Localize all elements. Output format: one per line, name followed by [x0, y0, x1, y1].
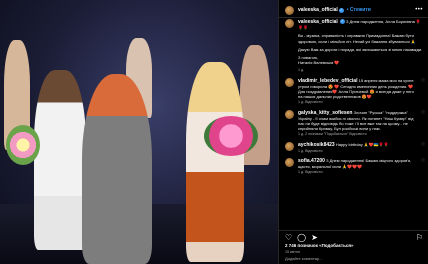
post-caption: valeeska_official ✓ З Днем народження, А… [285, 19, 425, 74]
like-heart-icon[interactable]: ♡ [285, 233, 292, 242]
comment-username[interactable]: sofia.47200 [298, 158, 325, 164]
commenter-avatar[interactable] [285, 158, 294, 168]
comment-username[interactable]: galyska_kitty_sofiesen [298, 110, 352, 116]
caption-line: Дякую Вам за дороги і поради, які залиша… [298, 46, 423, 52]
post-actions: ♡ ◯ ➤ ⚐ [285, 232, 423, 242]
comment-meta[interactable]: 1 д. Відповісти [298, 170, 419, 175]
follow-button[interactable]: • Стежити [347, 7, 371, 13]
caption-line: Наталія Валевська ❤️ [298, 60, 340, 66]
likes-count[interactable]: 2 746 позначок «Подобається» [285, 243, 354, 248]
verified-badge-icon: ✓ [338, 7, 344, 13]
commenter-avatar[interactable] [285, 109, 294, 119]
footer-divider [279, 230, 428, 231]
more-options-icon[interactable]: ••• [415, 7, 423, 13]
comment-meta[interactable]: 1 д. 2 позначки "Подобається" Відповісти [298, 132, 419, 137]
comment-text: Happy birthday 🙏❤️🇺🇦🌹🌹 [335, 141, 389, 147]
comment-meta[interactable]: 1 д. Відповісти [298, 100, 419, 105]
comment-username[interactable]: aychikosik8423 [298, 142, 335, 148]
post-date: 15 квітня [285, 250, 300, 254]
post-modal: valeeska_official ✓ • Стежити ••• valees… [0, 0, 428, 264]
man-in-white-shirt [34, 70, 86, 250]
caption-time: 1 д. [298, 68, 305, 73]
comment-username[interactable]: vladimir_lebedev_official [298, 78, 357, 84]
post-side-panel: valeeska_official ✓ • Стежити ••• valees… [278, 0, 428, 264]
comment-bubble-icon[interactable]: ◯ [297, 233, 306, 242]
save-bookmark-icon[interactable]: ⚐ [416, 233, 423, 242]
post-photo[interactable] [0, 0, 278, 264]
verified-badge-icon: ✓ [339, 19, 345, 25]
like-comment-heart-icon[interactable]: ♡ [421, 110, 425, 115]
author-avatar[interactable] [285, 5, 294, 15]
commenter-avatar[interactable] [285, 141, 294, 151]
comment-item: vladimir_lebedev_official 15 апреля мама… [285, 77, 425, 106]
caption-line: Ви - музика, справжність і справжня Прим… [298, 33, 416, 44]
like-comment-heart-icon[interactable]: ♡ [421, 158, 425, 163]
woman-in-grey-dress [82, 74, 152, 264]
author-username[interactable]: valeeska_official [298, 7, 338, 13]
caption-username[interactable]: valeeska_official [298, 19, 338, 25]
caption-avatar[interactable] [285, 19, 294, 28]
comment-item: aychikosik8423 Happy birthday 🙏❤️🇺🇦🌹🌹 1 … [285, 141, 425, 154]
flower-bouquet-pink [204, 116, 258, 156]
post-header: valeeska_official ✓ • Стежити ••• [285, 4, 423, 16]
share-paper-plane-icon[interactable]: ➤ [311, 233, 318, 242]
add-comment-input[interactable]: Додайте коментар... [285, 256, 323, 261]
like-comment-heart-icon[interactable]: ♡ [421, 142, 425, 147]
comments-list[interactable]: valeeska_official ✓ З Днем народження, А… [285, 19, 425, 229]
blonde-woman-in-dress [186, 62, 244, 262]
comment-meta[interactable]: 1 д. Відповісти [298, 149, 419, 154]
like-comment-heart-icon[interactable]: ♡ [421, 78, 425, 83]
comment-item: sofia.47200 З Днем народження! Бажаю міц… [285, 158, 425, 176]
header-divider [279, 17, 428, 18]
commenter-avatar[interactable] [285, 77, 294, 87]
flower-bouquet-left [6, 125, 40, 165]
comment-item: galyska_kitty_sofiesen Злочин "Руська" "… [285, 109, 425, 138]
